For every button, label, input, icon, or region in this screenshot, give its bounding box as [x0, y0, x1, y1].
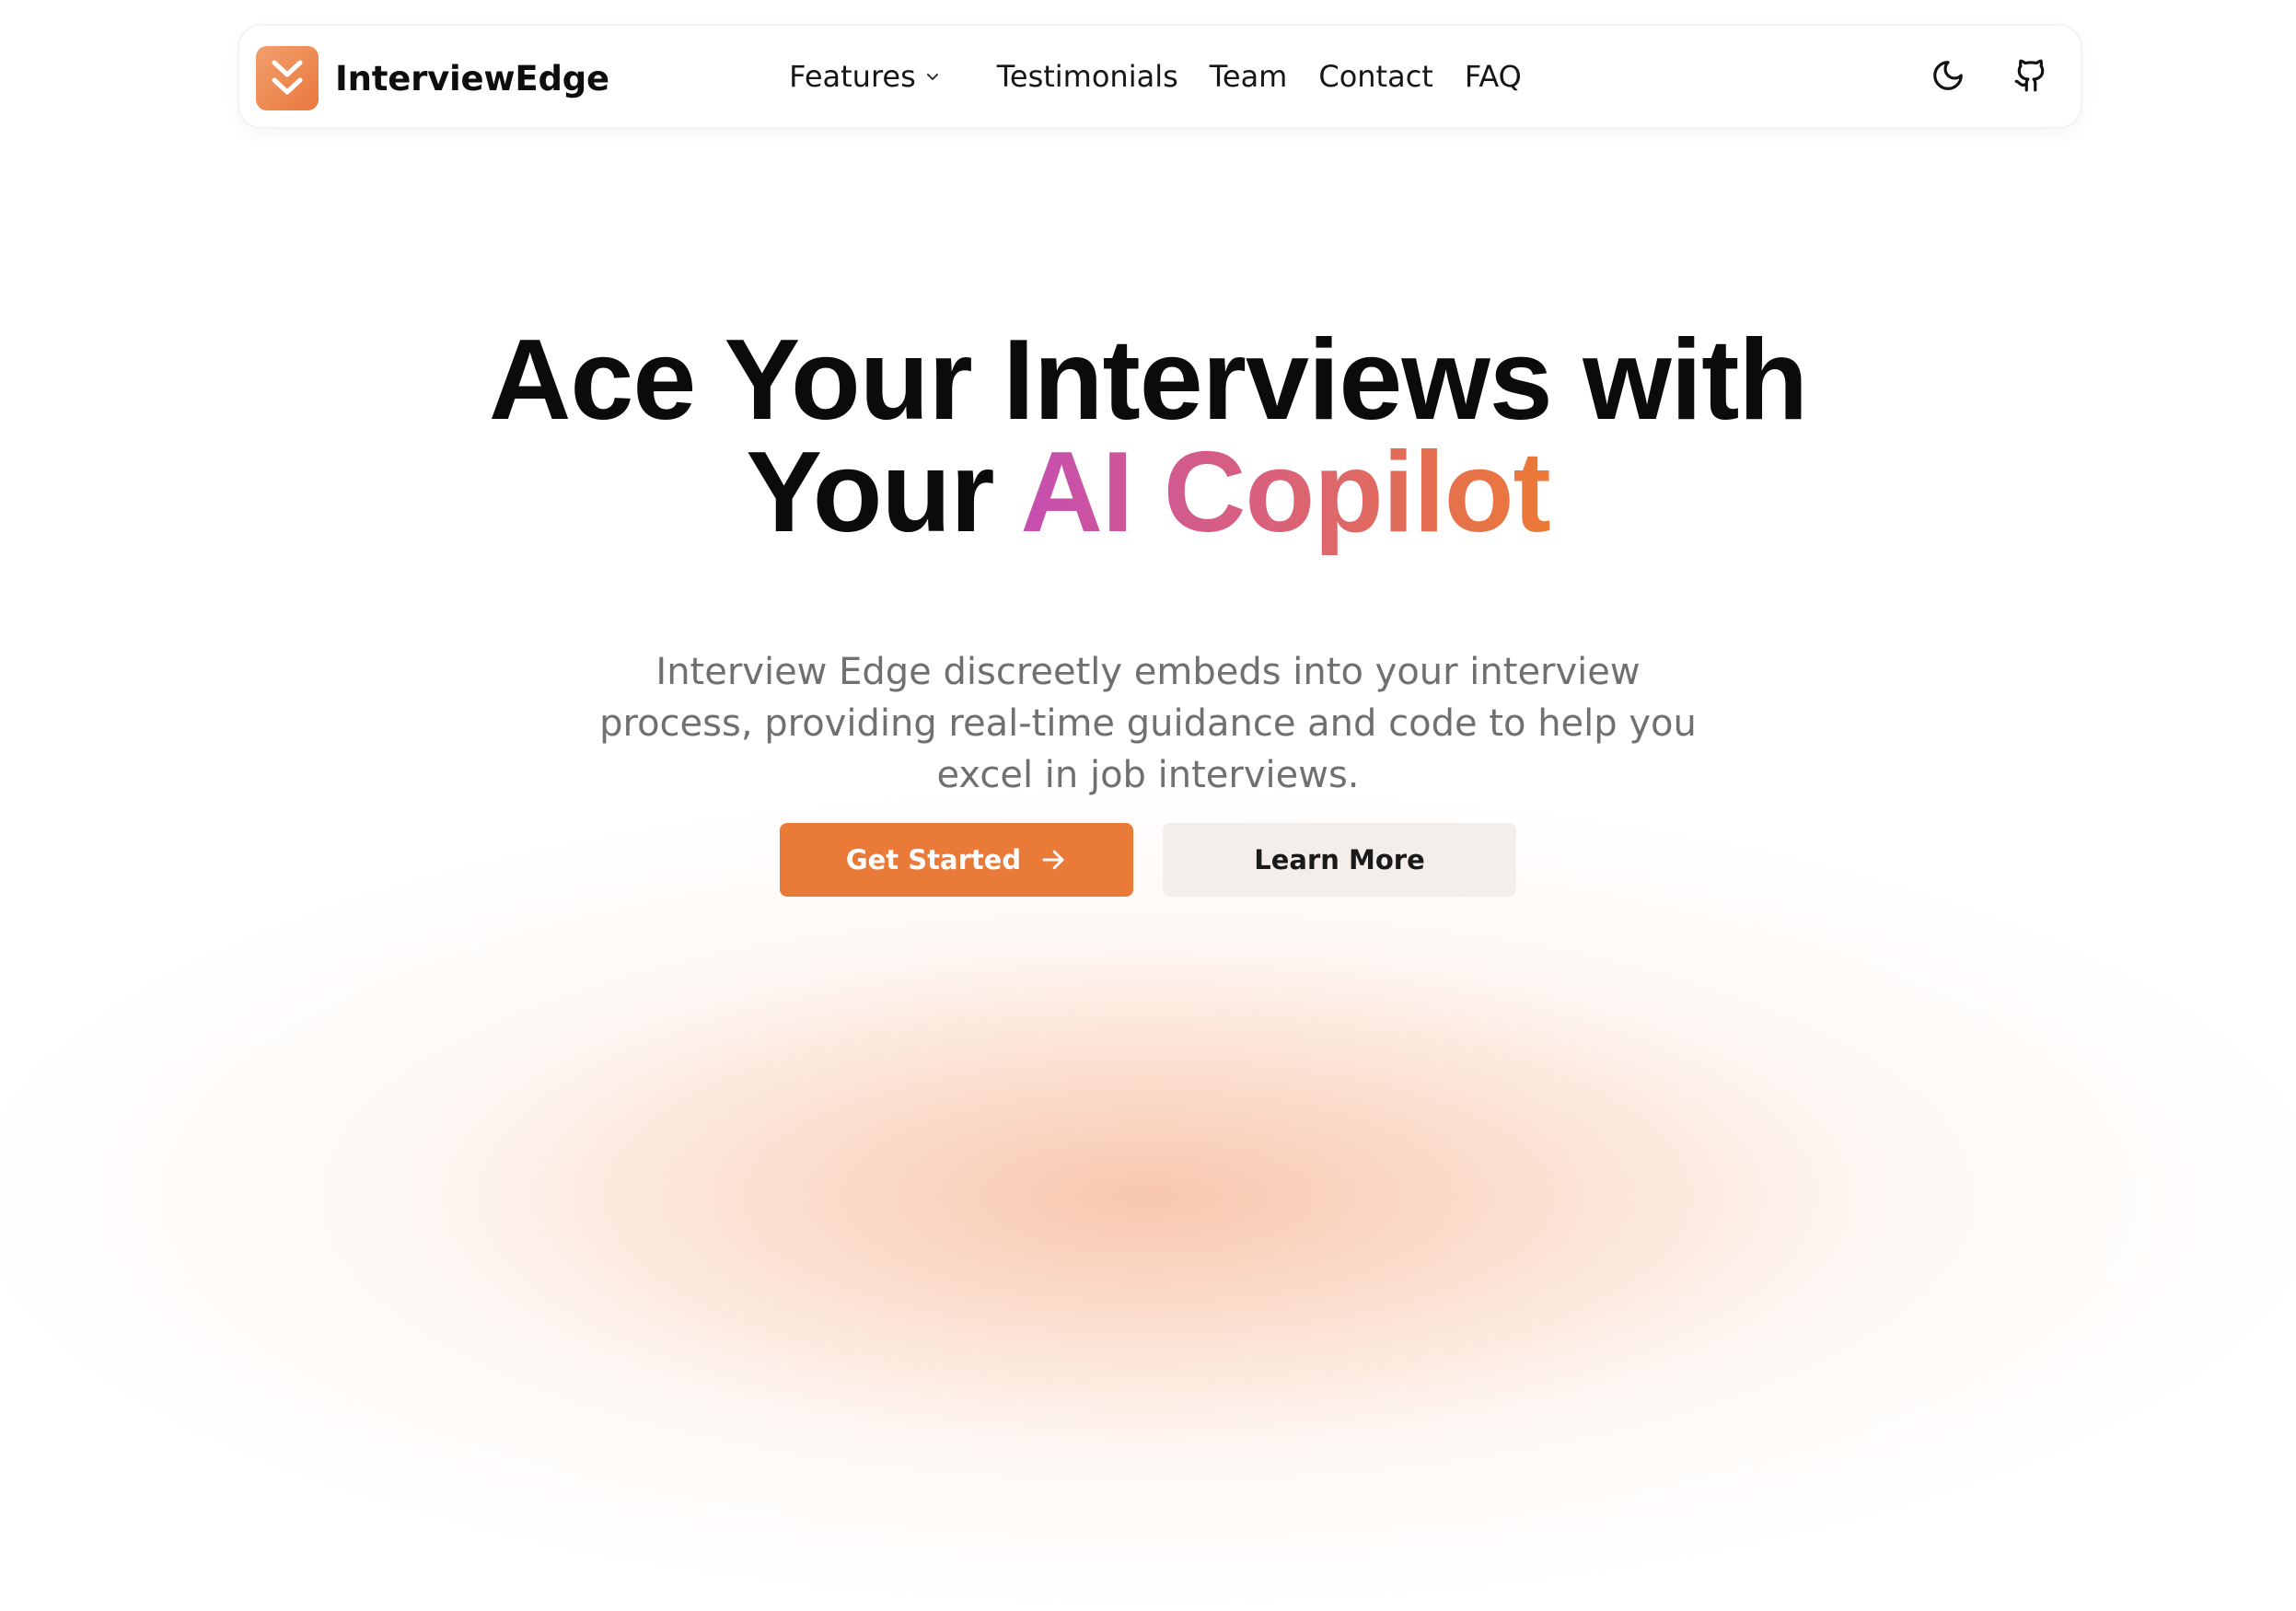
- brand[interactable]: InterviewEdge: [256, 46, 609, 110]
- brand-name: InterviewEdge: [335, 58, 609, 99]
- nav-item-team[interactable]: Team: [1210, 59, 1288, 94]
- get-started-button[interactable]: Get Started: [780, 823, 1133, 897]
- github-icon: [2014, 59, 2045, 92]
- moon-icon: [1933, 61, 1963, 90]
- headline-line-1: Ace Your Interviews with: [488, 317, 1808, 444]
- chevron-down-icon: [925, 71, 940, 82]
- get-started-label: Get Started: [845, 844, 1022, 875]
- background-glow: [0, 782, 2296, 1611]
- main-menu-items: Features Testimonials Team Contact FAQ: [789, 59, 1522, 94]
- nav-item-features[interactable]: Features: [789, 59, 940, 94]
- hero-section: Ace Your Interviews with Your AI Copilot: [0, 323, 2296, 550]
- nav-item-testimonials[interactable]: Testimonials: [997, 59, 1178, 94]
- double-chevron-down-icon: [256, 46, 319, 110]
- learn-more-label: Learn More: [1254, 844, 1425, 875]
- theme-toggle-button[interactable]: [1924, 52, 1972, 99]
- hero-headline: Ace Your Interviews with Your AI Copilot: [0, 323, 2296, 550]
- nav-item-contact[interactable]: Contact: [1318, 59, 1433, 94]
- arrow-right-icon: [1039, 846, 1067, 874]
- github-button[interactable]: [2007, 52, 2055, 99]
- learn-more-button[interactable]: Learn More: [1163, 823, 1516, 897]
- hero-subtitle: Interview Edge discreetly embeds into yo…: [599, 651, 1697, 796]
- nav-item-features-label: Features: [789, 59, 916, 94]
- nav-actions: [1924, 52, 2055, 99]
- headline-highlight: AI Copilot: [1020, 429, 1550, 556]
- hero-actions: Get Started Learn More: [0, 823, 2296, 897]
- headline-line-2-prefix: Your: [746, 429, 994, 556]
- navbar: InterviewEdge Features Testimonials Team…: [238, 24, 2082, 129]
- nav-item-faq[interactable]: FAQ: [1465, 59, 1522, 94]
